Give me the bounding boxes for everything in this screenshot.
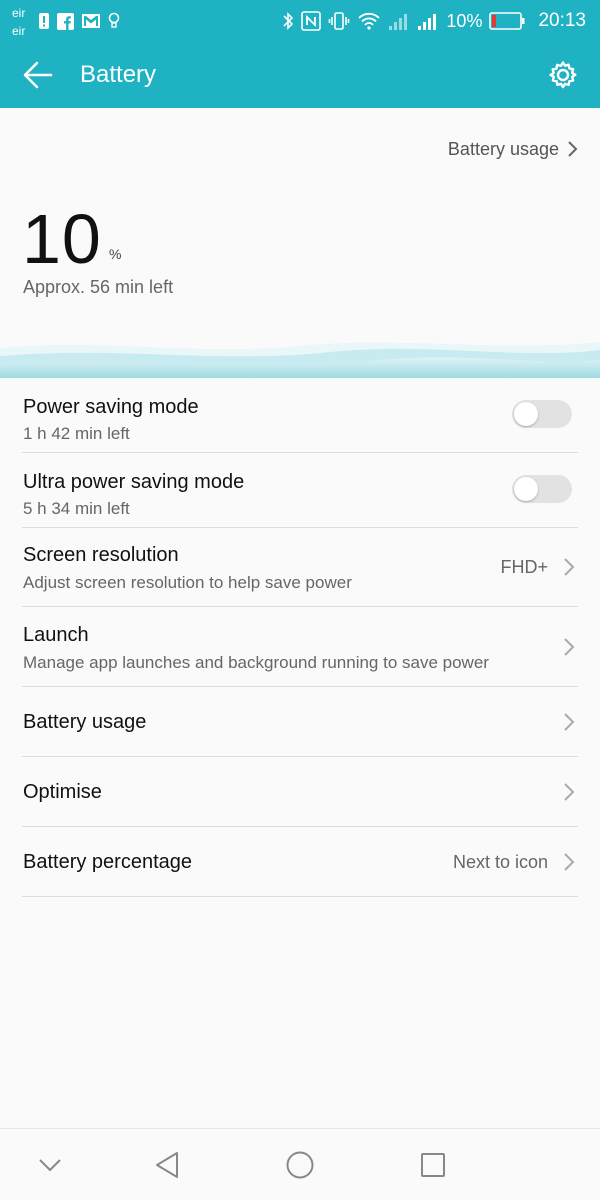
battery-settings-list: Power saving mode 1 h 42 min left Ultra … bbox=[0, 378, 600, 897]
chevron-right-icon bbox=[564, 853, 575, 871]
app-bar: Battery bbox=[0, 42, 600, 108]
signal-icon bbox=[417, 12, 439, 30]
system-nav-bar bbox=[0, 1128, 600, 1200]
row-title: Battery usage bbox=[23, 711, 147, 733]
recents-square-icon bbox=[421, 1153, 445, 1177]
chevron-right-icon bbox=[564, 713, 575, 731]
gear-icon bbox=[549, 61, 577, 89]
list-item-battery-usage[interactable]: Battery usage bbox=[22, 687, 578, 757]
signal-icon bbox=[388, 12, 410, 30]
lightbulb-icon bbox=[108, 12, 120, 30]
row-subtitle: 5 h 34 min left bbox=[23, 499, 130, 518]
ultra-power-saving-toggle[interactable] bbox=[512, 475, 572, 503]
row-title: Battery percentage bbox=[23, 851, 192, 873]
battery-level-unit: % bbox=[109, 246, 122, 262]
list-item-launch[interactable]: Launch Manage app launches and backgroun… bbox=[22, 607, 578, 687]
nfc-icon bbox=[301, 11, 322, 31]
row-title: Screen resolution bbox=[23, 544, 179, 566]
list-item-battery-percentage[interactable]: Battery percentage Next to icon bbox=[22, 827, 578, 897]
toggle-knob bbox=[514, 477, 538, 501]
list-item-ultra-power-saving-mode[interactable]: Ultra power saving mode 5 h 34 min left bbox=[22, 453, 578, 528]
chevron-down-icon bbox=[39, 1159, 61, 1172]
battery-summary: Battery usage 10 % Approx. 56 min left bbox=[0, 108, 600, 378]
vibrate-icon bbox=[328, 11, 350, 31]
bluetooth-icon bbox=[282, 11, 294, 31]
carrier-label: eir bbox=[12, 6, 26, 20]
row-value: FHD+ bbox=[500, 557, 548, 577]
toggle-knob bbox=[514, 402, 538, 426]
row-subtitle: 1 h 42 min left bbox=[23, 424, 130, 443]
battery-icon bbox=[489, 12, 525, 30]
collapse-nav-button[interactable] bbox=[28, 1143, 72, 1187]
nav-recents-button[interactable] bbox=[411, 1143, 455, 1187]
row-title: Ultra power saving mode bbox=[23, 471, 245, 493]
gmail-icon bbox=[81, 13, 101, 29]
home-circle-icon bbox=[286, 1151, 314, 1179]
battery-percent: 10% bbox=[446, 10, 483, 31]
battery-usage-link-label: Battery usage bbox=[447, 138, 559, 159]
row-title: Launch bbox=[23, 624, 89, 646]
power-saving-toggle[interactable] bbox=[512, 400, 572, 428]
settings-button[interactable] bbox=[544, 56, 582, 94]
row-subtitle: Adjust screen resolution to help save po… bbox=[23, 573, 352, 592]
alert-icon bbox=[38, 12, 50, 30]
arrow-left-icon bbox=[23, 61, 53, 89]
list-item-optimise[interactable]: Optimise bbox=[22, 757, 578, 827]
chevron-right-icon bbox=[564, 558, 575, 576]
carrier-label: eir bbox=[12, 24, 26, 38]
battery-usage-link[interactable]: Battery usage bbox=[448, 134, 578, 164]
chevron-right-icon bbox=[564, 638, 575, 656]
list-item-power-saving-mode[interactable]: Power saving mode 1 h 42 min left bbox=[22, 378, 578, 453]
page-title: Battery bbox=[80, 61, 157, 88]
wifi-icon bbox=[357, 11, 381, 31]
back-button[interactable] bbox=[16, 55, 60, 95]
nav-back-button[interactable] bbox=[145, 1143, 189, 1187]
nav-home-button[interactable] bbox=[278, 1143, 322, 1187]
clock: 20:13 bbox=[538, 10, 586, 31]
back-triangle-icon bbox=[156, 1152, 178, 1178]
chevron-right-icon bbox=[568, 141, 578, 157]
battery-time-remaining: Approx. 56 min left bbox=[23, 277, 174, 297]
row-title: Optimise bbox=[23, 781, 102, 803]
row-value: Next to icon bbox=[452, 852, 548, 872]
chevron-right-icon bbox=[564, 783, 575, 801]
battery-level: 10 bbox=[22, 200, 102, 278]
facebook-icon bbox=[57, 12, 74, 30]
row-subtitle: Manage app launches and background runni… bbox=[23, 653, 489, 672]
wave-decoration bbox=[0, 342, 600, 378]
status-bar: eir eir 10% 20:13 bbox=[0, 0, 600, 42]
row-title: Power saving mode bbox=[23, 396, 199, 418]
list-item-screen-resolution[interactable]: Screen resolution Adjust screen resoluti… bbox=[22, 528, 578, 607]
